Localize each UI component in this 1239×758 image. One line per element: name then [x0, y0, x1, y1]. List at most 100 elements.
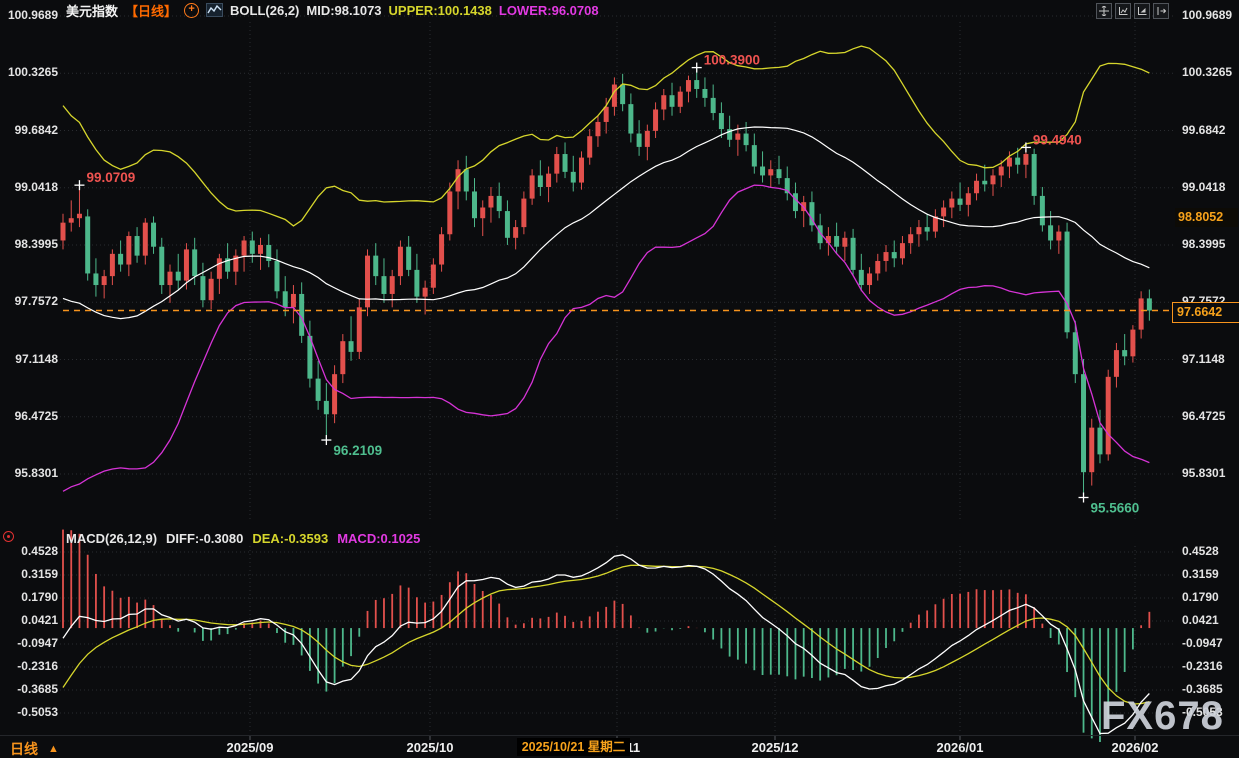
candle-body	[521, 199, 526, 228]
chart-header: 美元指数 【日线】 + BOLL(26,2) MID:98.1073 UPPER…	[66, 2, 599, 18]
candle-body	[637, 134, 642, 147]
candle-body	[291, 294, 296, 307]
candle-body	[974, 181, 979, 193]
candle-body	[398, 247, 403, 276]
price-axis-label-left: 99.0418	[2, 180, 58, 194]
candle-body	[472, 191, 477, 218]
chart-canvas[interactable]: 99.0709100.390099.494096.210995.5660	[0, 0, 1239, 758]
candle-body	[587, 136, 592, 157]
candle-body	[752, 145, 757, 166]
candle-body	[439, 234, 444, 264]
extreme-price-annotation: 99.4940	[1033, 132, 1082, 147]
candle-body	[242, 240, 247, 255]
candle-body	[283, 291, 288, 307]
price-axis-label-left: 97.1148	[2, 352, 58, 366]
candle-body	[1056, 232, 1061, 241]
macd-axis-label-left: -0.0947	[2, 636, 58, 650]
boll-upper-value: UPPER:100.1438	[389, 3, 492, 18]
candle-body	[1048, 225, 1053, 240]
candle-body	[744, 134, 749, 146]
candle-body	[842, 238, 847, 247]
candle-body	[406, 247, 411, 270]
price-axis-label-left: 100.3265	[2, 65, 58, 79]
add-indicator-icon[interactable]: +	[184, 3, 199, 18]
macd-diff-value: DIFF:-0.3080	[166, 531, 243, 546]
candle-body	[102, 276, 107, 285]
candle-body	[332, 374, 337, 414]
price-axis-label-right: 96.4725	[1182, 409, 1225, 423]
candle-body	[184, 249, 189, 280]
candle-body	[1023, 154, 1028, 165]
candle-body	[966, 193, 971, 205]
price-axis-label-left: 97.7572	[2, 294, 58, 308]
candle-body	[735, 134, 740, 140]
price-axis-label-left: 99.6842	[2, 123, 58, 137]
candle-body	[661, 95, 666, 109]
price-axis-label-left: 95.8301	[2, 466, 58, 480]
candle-body	[480, 208, 485, 219]
xaxis-month-label: 2025/09	[227, 740, 274, 755]
candle-body	[711, 98, 716, 113]
macd-axis-label-right: -0.2316	[1182, 659, 1223, 673]
candle-body	[1081, 374, 1086, 472]
candle-body	[595, 122, 600, 136]
annotations	[74, 63, 1088, 503]
candle-body	[990, 175, 995, 184]
candle-body	[464, 169, 469, 191]
candle-body	[505, 211, 510, 238]
candle-body	[324, 401, 329, 414]
macd-axis-label-left: -0.5053	[2, 705, 58, 719]
candle-body	[768, 169, 773, 175]
macd-histogram	[63, 530, 1149, 742]
candle-body	[93, 273, 98, 285]
candle-body	[110, 254, 115, 276]
candle-body	[530, 175, 535, 198]
candle-body	[719, 113, 724, 129]
candle-body	[604, 107, 609, 122]
boll-upper-line	[63, 46, 1149, 226]
candle-body	[143, 223, 148, 256]
macd-axis-label-right: 0.0421	[1182, 613, 1219, 627]
fit-scale-icon[interactable]	[1115, 3, 1131, 19]
macd-axis-label-left: 0.3159	[2, 567, 58, 581]
indicator-marker-icon[interactable]	[3, 531, 14, 542]
symbol-name: 美元指数	[66, 1, 118, 20]
candle-body	[250, 240, 255, 253]
crosshair-date-label: 2025/10/21 星期二	[517, 738, 630, 756]
candle-body	[135, 236, 140, 256]
pan-chart-icon[interactable]	[1096, 3, 1112, 19]
candle-body	[1097, 428, 1102, 455]
candle-body	[875, 261, 880, 273]
candle-body	[390, 276, 395, 294]
candle-body	[1032, 154, 1037, 196]
candle-body	[77, 214, 82, 218]
period-selector-label: 日线	[10, 739, 38, 758]
trend-tool-icon[interactable]	[1134, 3, 1150, 19]
extreme-price-annotation: 96.2109	[333, 443, 382, 458]
price-axis-label-right: 100.3265	[1182, 65, 1232, 79]
candle-body	[1065, 232, 1070, 333]
candle-body	[620, 85, 625, 105]
macd-axis-label-right: 0.1790	[1182, 590, 1219, 604]
candle-body	[423, 288, 428, 297]
candle-body	[760, 167, 765, 176]
export-chart-icon[interactable]	[1153, 3, 1169, 19]
macd-label: MACD(26,12,9)	[66, 531, 157, 546]
chart-toolbar	[1096, 3, 1169, 19]
candle-body	[884, 252, 889, 261]
candle-body	[908, 234, 913, 243]
candle-body	[1114, 350, 1119, 377]
candle-body	[274, 261, 279, 291]
candle-body	[151, 223, 156, 247]
candle-body	[933, 216, 938, 231]
macd-axis-label-right: 0.3159	[1182, 567, 1219, 581]
xaxis-month-label: 2026/01	[937, 740, 984, 755]
candle-body	[1122, 350, 1127, 356]
period-selector[interactable]: 日线 ▲	[10, 739, 59, 758]
candle-body	[999, 167, 1004, 176]
candle-body	[900, 243, 905, 258]
candle-body	[1139, 298, 1144, 329]
candle-body	[357, 307, 362, 352]
mini-chart-icon[interactable]	[206, 3, 223, 17]
candle-body	[488, 196, 493, 208]
